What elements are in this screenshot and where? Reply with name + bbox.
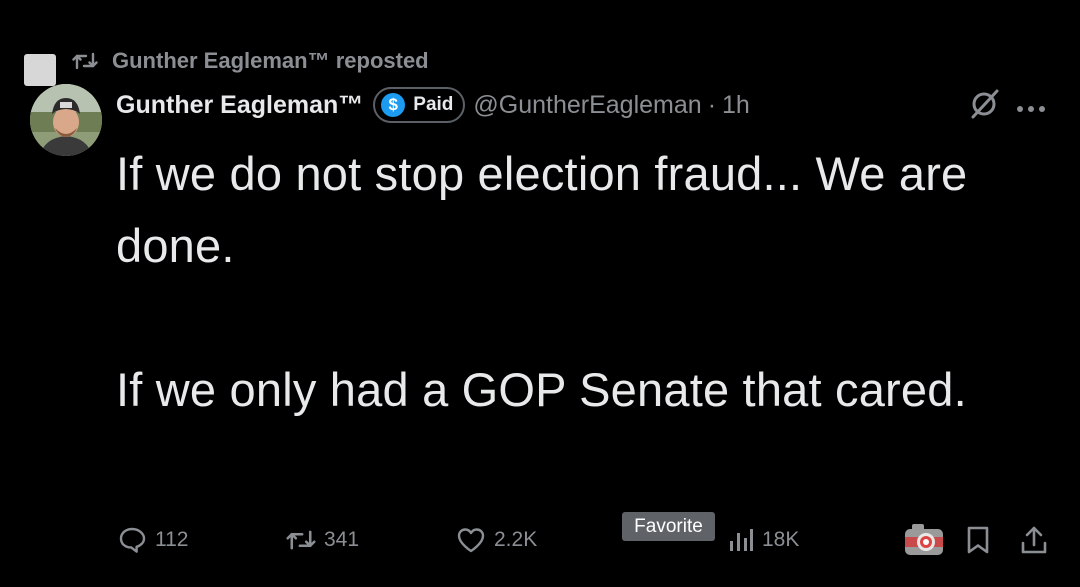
favorite-tooltip: Favorite	[622, 512, 715, 541]
tweet-paragraph: If we only had a GOP Senate that cared.	[116, 363, 967, 416]
more-icon[interactable]	[1016, 98, 1046, 117]
separator-dot: ·	[707, 90, 717, 119]
repost-indicator: Gunther Eagleman™ reposted	[72, 46, 429, 76]
avatar[interactable]	[30, 84, 102, 156]
camera-button[interactable]	[904, 520, 944, 560]
repost-icon	[286, 527, 316, 553]
repost-text[interactable]: Gunther Eagleman™ reposted	[112, 48, 429, 74]
views-button[interactable]: 18K	[728, 520, 799, 560]
action-bar: 112 341 2.2K 18K	[0, 520, 1080, 560]
repost-button[interactable]: 341	[286, 520, 359, 560]
grok-icon[interactable]	[966, 86, 1002, 126]
reply-count: 112	[155, 528, 189, 551]
views-count: 18K	[762, 528, 800, 551]
dollar-icon: $	[381, 93, 406, 117]
tweet-header: Gunther Eagleman™ $ Paid @GuntherEaglema…	[116, 84, 750, 126]
views-icon	[728, 527, 754, 553]
like-count: 2.2K	[494, 528, 538, 551]
post-time[interactable]: 1h	[722, 91, 750, 120]
like-icon	[456, 526, 486, 554]
paid-badge[interactable]: $ Paid	[373, 87, 466, 123]
share-icon	[1020, 525, 1048, 555]
bookmark-button[interactable]	[966, 520, 990, 560]
like-button[interactable]: 2.2K	[456, 520, 537, 560]
tweet-text: If we do not stop election fraud... We a…	[116, 138, 1036, 426]
share-button[interactable]	[1020, 520, 1048, 560]
paid-label: Paid	[413, 94, 454, 115]
camera-icon	[904, 523, 944, 557]
selection-checkbox[interactable]	[24, 54, 56, 86]
repost-count: 341	[324, 528, 360, 551]
reply-button[interactable]: 112	[117, 520, 188, 560]
tweet-paragraph: If we do not stop election fraud... We a…	[116, 147, 968, 272]
reply-icon	[117, 525, 147, 555]
author-name[interactable]: Gunther Eagleman™	[116, 91, 363, 120]
bookmark-icon	[966, 525, 990, 555]
author-handle[interactable]: @GuntherEagleman	[473, 91, 701, 120]
repost-icon	[72, 50, 98, 72]
